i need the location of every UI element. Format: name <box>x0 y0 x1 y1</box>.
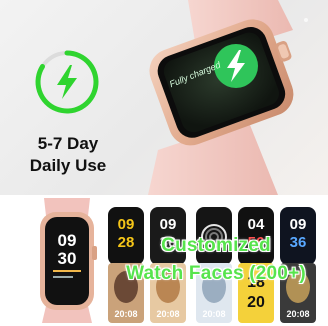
watch-face-time: 20:08 <box>156 309 179 319</box>
watch-faces-panel: 09 30 09 28 09 30 04 56 09 36 20:08 20:08 20:08 18 2… <box>0 195 328 326</box>
product-banner: 5-7 Day Daily Use Fully charged 09 30 09… <box>0 0 328 326</box>
watch-faces-caption-line1: Customized <box>161 235 271 256</box>
watch-face-time: 20:08 <box>202 309 225 319</box>
thumb-watch-hour: 09 <box>58 231 77 250</box>
watch-face-time: 09 <box>290 216 307 233</box>
battery-ring-icon <box>35 50 99 114</box>
watch-face-time: 09 <box>118 216 135 233</box>
battery-feature-panel: 5-7 Day Daily Use Fully charged <box>0 0 328 195</box>
battery-life-line1: 5-7 Day <box>37 134 99 153</box>
battery-life-text: 5-7 Day Daily Use <box>14 133 122 177</box>
watch-face-time: 09 <box>160 216 177 233</box>
watch-face-time: 04 <box>248 216 265 233</box>
thumb-watch-minute: 30 <box>58 249 77 268</box>
lightning-bolt-icon <box>57 65 77 99</box>
watch-faces-caption-line2: Watch Faces (200+) <box>126 263 306 284</box>
hero-watch-image <box>148 0 308 195</box>
watch-faces-caption: Customized Watch Faces (200+) <box>104 232 328 288</box>
watch-face-time: 20:08 <box>114 309 137 319</box>
watch-face-time: 20:08 <box>286 309 309 319</box>
battery-life-line2: Daily Use <box>29 156 107 175</box>
watch-face-time: 20 <box>247 294 265 311</box>
thumbnail-watch-image: 09 30 <box>40 198 97 323</box>
